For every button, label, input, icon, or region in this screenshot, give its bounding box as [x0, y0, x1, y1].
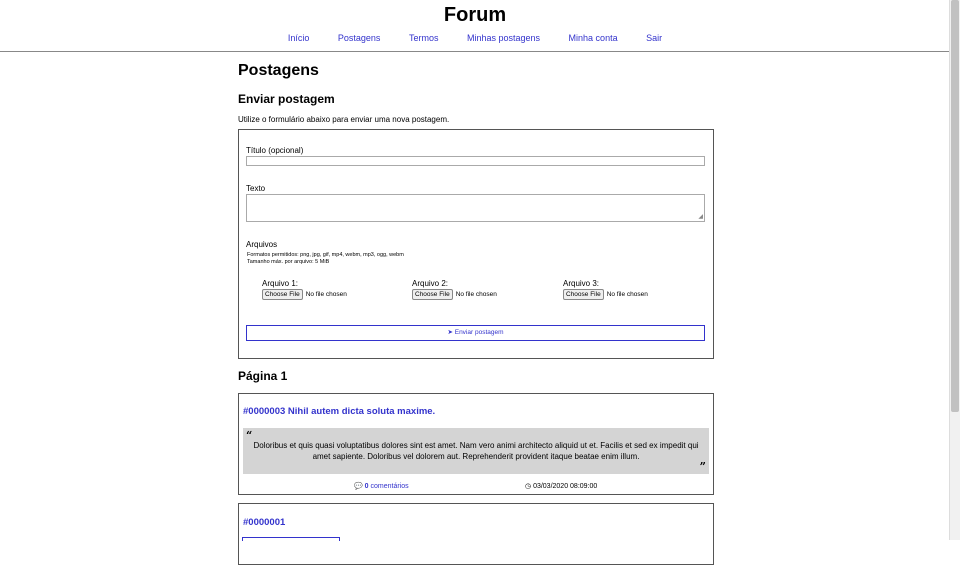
resize-handle-icon[interactable]: ◢	[698, 213, 703, 220]
quote-right-icon: ”	[699, 460, 706, 473]
clock-icon: ◷	[525, 483, 532, 490]
post-attachment-preview[interactable]	[242, 537, 340, 541]
file-status: No file chosen	[455, 291, 497, 298]
new-post-form: Título (opcional) Texto ◢ Arquivos Forma…	[238, 129, 714, 359]
page-number-heading: Página 1	[238, 369, 288, 383]
submit-post-button[interactable]: ➤ Enviar postagem	[246, 325, 705, 341]
file-label: Arquivo 2:	[412, 279, 449, 288]
post-card: #0000001	[238, 503, 714, 565]
post-date: ◷ 03/03/2020 08:09:00	[525, 482, 597, 490]
choose-file-button[interactable]: Choose File	[563, 289, 604, 300]
site-header: Forum Início Postagens Termos Minhas pos…	[0, 0, 950, 52]
comments-icon: 💬	[354, 483, 363, 490]
size-note: Tamanho máx. por arquivo: 5 MiB	[247, 259, 330, 265]
main-nav: Início Postagens Termos Minhas postagens…	[0, 33, 950, 43]
text-textarea[interactable]: ◢	[246, 194, 705, 222]
files-label: Arquivos	[246, 240, 278, 249]
comments-count: 0	[364, 483, 369, 490]
nav-link-inicio[interactable]: Início	[288, 33, 310, 43]
paper-plane-icon: ➤	[447, 329, 453, 336]
file-field-3: Arquivo 3: Choose File No file chosen	[563, 279, 648, 300]
post-date-text: 03/03/2020 08:09:00	[533, 483, 598, 490]
site-title: Forum	[443, 4, 507, 26]
text-label: Texto	[246, 184, 266, 193]
file-label: Arquivo 3:	[563, 279, 600, 288]
nav-link-postagens[interactable]: Postagens	[338, 33, 381, 43]
submit-label: Enviar postagem	[454, 329, 504, 336]
comments-label: comentários	[370, 483, 409, 490]
page-scrollbar[interactable]	[949, 0, 960, 540]
title-input[interactable]	[246, 156, 705, 166]
file-status: No file chosen	[305, 291, 347, 298]
file-label: Arquivo 1:	[262, 279, 299, 288]
nav-link-sair[interactable]: Sair	[646, 33, 662, 43]
file-status: No file chosen	[606, 291, 648, 298]
post-comments: 💬 0 comentários	[354, 482, 409, 490]
file-field-1: Arquivo 1: Choose File No file chosen	[262, 279, 347, 300]
page-title: Postagens	[238, 62, 319, 79]
title-label: Título (opcional)	[246, 146, 304, 155]
choose-file-button[interactable]: Choose File	[412, 289, 453, 300]
post-card: #0000003 Nihil autem dicta soluta maxime…	[238, 393, 714, 495]
post-title-link[interactable]: #0000003 Nihil autem dicta soluta maxime…	[243, 406, 435, 417]
file-field-2: Arquivo 2: Choose File No file chosen	[412, 279, 497, 300]
post-quote-text: Doloribus et quis quasi voluptatibus dol…	[253, 441, 699, 461]
choose-file-button[interactable]: Choose File	[262, 289, 303, 300]
post-title-link[interactable]: #0000001	[243, 517, 285, 528]
scrollbar-thumb[interactable]	[951, 0, 959, 412]
form-heading: Enviar postagem	[238, 92, 335, 106]
form-description: Utilize o formulário abaixo para enviar …	[238, 115, 450, 124]
post-quote: “ Doloribus et quis quasi voluptatibus d…	[243, 428, 709, 474]
comments-link[interactable]: 0 comentários	[365, 483, 409, 490]
nav-link-minhas-postagens[interactable]: Minhas postagens	[467, 33, 540, 43]
nav-link-termos[interactable]: Termos	[409, 33, 439, 43]
formats-note: Formatos permitidos: png, jpg, gif, mp4,…	[247, 252, 404, 258]
nav-link-minha-conta[interactable]: Minha conta	[569, 33, 618, 43]
